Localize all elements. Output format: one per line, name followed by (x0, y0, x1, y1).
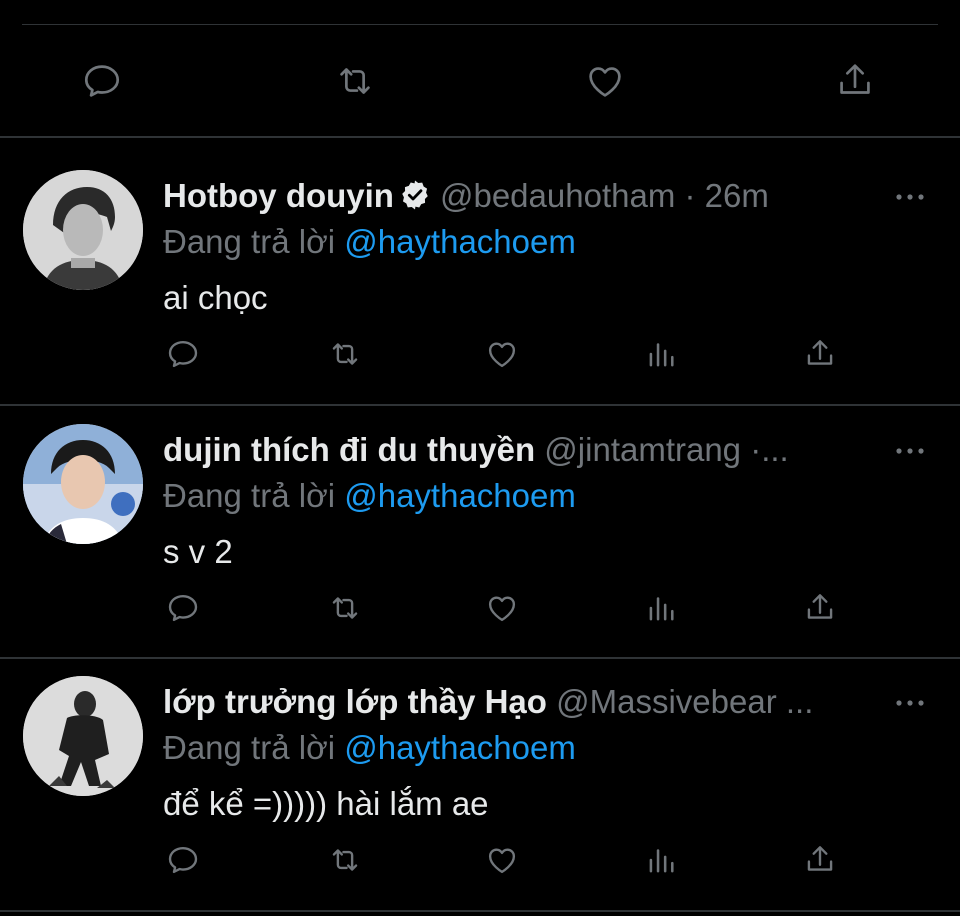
retweet-icon (332, 343, 358, 365)
retweet-button[interactable] (325, 334, 365, 374)
more-options-button[interactable] (890, 436, 930, 466)
more-icon (896, 700, 924, 706)
analytics-button[interactable] (642, 840, 682, 880)
mention-link[interactable]: @haythachoem (344, 729, 576, 766)
analytics-button[interactable] (642, 588, 682, 628)
share-button[interactable] (829, 55, 881, 107)
share-button[interactable] (800, 334, 840, 374)
reply-button[interactable] (163, 840, 203, 880)
tweet-text: s v 2 (163, 533, 233, 570)
verified-badge-icon (402, 180, 428, 210)
tweet-text: ai chọc (163, 279, 268, 316)
display-name[interactable]: Hotboy douyin (163, 177, 394, 214)
replying-to-label: Đang trả lời (163, 729, 336, 766)
reply-icon (168, 340, 198, 368)
retweet-button[interactable] (329, 55, 381, 107)
tweet-header: Hotboy douyin @bedauhotham · 26m (163, 176, 870, 216)
tweet-header: dujin thích đi du thuyền @jintamtrang ·.… (163, 430, 870, 470)
display-name[interactable]: dujin thích đi du thuyền (163, 431, 535, 468)
replying-to-label: Đang trả lời (163, 223, 336, 260)
tweet-actions (0, 840, 960, 880)
replying-to: Đang trả lời @haythachoem (163, 222, 576, 262)
avatar[interactable] (23, 676, 143, 796)
share-button[interactable] (800, 588, 840, 628)
reply-tweet[interactable]: dujin thích đi du thuyền @jintamtrang ·.… (0, 392, 960, 642)
replying-to: Đang trả lời @haythachoem (163, 728, 576, 768)
mention-link[interactable]: @haythachoem (344, 223, 576, 260)
like-button[interactable] (579, 55, 631, 107)
tweet-text: để kể =))))) hài lắm ae (163, 785, 489, 822)
reply-button[interactable] (76, 55, 128, 107)
analytics-icon (649, 597, 674, 621)
tweet-actions (0, 588, 960, 628)
more-options-button[interactable] (890, 182, 930, 212)
handle-and-time: @bedauhotham · 26m (439, 177, 769, 214)
mention-link[interactable]: @haythachoem (344, 477, 576, 514)
avatar[interactable] (23, 170, 143, 290)
avatar[interactable] (23, 424, 143, 544)
main-tweet-actions (0, 55, 960, 107)
like-icon (488, 596, 516, 622)
analytics-icon (649, 849, 674, 873)
tweet-header: lớp trưởng lớp thầy Hạo @Massivebear ... (163, 682, 870, 722)
tweet-actions (0, 334, 960, 374)
like-icon (589, 67, 621, 97)
handle-and-time: @Massivebear ... (556, 683, 814, 720)
reply-tweet[interactable]: Hotboy douyin @bedauhotham · 26m Đang trả… (0, 138, 960, 388)
handle-and-time: @jintamtrang ·... (544, 431, 789, 468)
reply-icon (168, 594, 198, 622)
like-icon (488, 342, 516, 368)
retweet-button[interactable] (325, 588, 365, 628)
retweet-icon (340, 68, 370, 94)
more-icon (896, 194, 924, 200)
share-icon (807, 846, 833, 871)
retweet-icon (332, 849, 358, 871)
share-icon (807, 340, 833, 365)
replying-to-label: Đang trả lời (163, 477, 336, 514)
analytics-button[interactable] (642, 334, 682, 374)
reply-icon (84, 65, 120, 97)
share-button[interactable] (800, 840, 840, 880)
more-icon (896, 448, 924, 454)
top-divider (22, 24, 938, 25)
like-button[interactable] (482, 334, 522, 374)
like-icon (488, 848, 516, 874)
display-name[interactable]: lớp trưởng lớp thầy Hạo (163, 683, 547, 720)
like-button[interactable] (482, 588, 522, 628)
like-button[interactable] (482, 840, 522, 880)
reply-icon (168, 846, 198, 874)
retweet-button[interactable] (325, 840, 365, 880)
share-icon (807, 594, 833, 619)
replying-to: Đang trả lời @haythachoem (163, 476, 576, 516)
reply-button[interactable] (163, 588, 203, 628)
divider (0, 910, 960, 912)
reply-button[interactable] (163, 334, 203, 374)
retweet-icon (332, 597, 358, 619)
reply-tweet[interactable]: lớp trưởng lớp thầy Hạo @Massivebear ...… (0, 644, 960, 894)
more-options-button[interactable] (890, 688, 930, 718)
analytics-icon (649, 343, 674, 367)
share-icon (840, 64, 870, 94)
